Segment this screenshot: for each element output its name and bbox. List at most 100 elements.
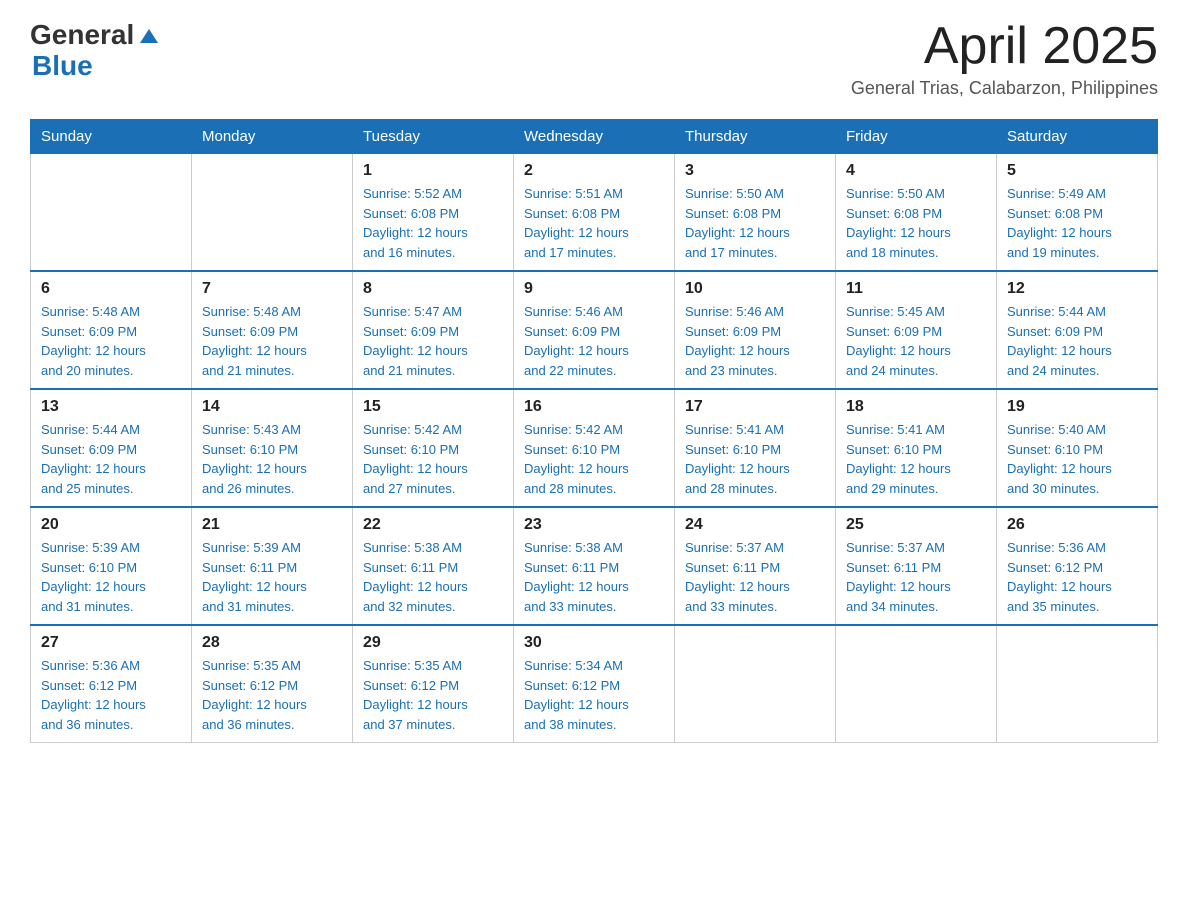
weekday-header-friday: Friday <box>836 120 997 154</box>
subtitle: General Trias, Calabarzon, Philippines <box>851 78 1158 99</box>
calendar-cell <box>192 154 353 272</box>
day-info: Sunrise: 5:42 AM Sunset: 6:10 PM Dayligh… <box>363 420 503 498</box>
weekday-header-wednesday: Wednesday <box>514 120 675 154</box>
day-info: Sunrise: 5:47 AM Sunset: 6:09 PM Dayligh… <box>363 302 503 380</box>
calendar-week-row: 27Sunrise: 5:36 AM Sunset: 6:12 PM Dayli… <box>31 625 1158 743</box>
page-header: General Blue April 2025 General Trias, C… <box>30 20 1158 99</box>
calendar-week-row: 13 Sunrise: 5:44 AM Sunset: 6:09 PM Dayli… <box>31 389 1158 507</box>
day-info: Sunrise: 5:37 AM Sunset: 6:11 PM Dayligh… <box>685 538 825 616</box>
day-info: Sunrise: 5:36 AM Sunset: 6:12 PM Dayligh… <box>1007 538 1147 616</box>
day-number: 15 <box>363 398 503 416</box>
day-info: Sunrise: 5:39 AM Sunset: 6:11 PM Dayligh… <box>202 538 342 616</box>
calendar-cell: 10 Sunrise: 5:46 AM Sunset: 6:09 PM Dayli… <box>675 271 836 389</box>
day-number: 30 <box>524 634 664 652</box>
day-number: 2 <box>524 162 664 180</box>
day-number: 24 <box>685 516 825 534</box>
day-number: 26 <box>1007 516 1147 534</box>
calendar-cell: 11 Sunrise: 5:45 AM Sunset: 6:09 PM Dayli… <box>836 271 997 389</box>
logo-blue-text: Blue <box>32 51 93 82</box>
day-number: 16 <box>524 398 664 416</box>
day-info: Sunrise: 5:44 AM Sunset: 6:09 PM Dayligh… <box>1007 302 1147 380</box>
calendar-cell <box>675 625 836 743</box>
day-number: 7 <box>202 280 342 298</box>
calendar-cell <box>836 625 997 743</box>
calendar-cell: 26 Sunrise: 5:36 AM Sunset: 6:12 PM Dayli… <box>997 507 1158 625</box>
calendar-cell <box>31 154 192 272</box>
day-info: Sunrise: 5:43 AM Sunset: 6:10 PM Dayligh… <box>202 420 342 498</box>
calendar-cell: 15 Sunrise: 5:42 AM Sunset: 6:10 PM Dayli… <box>353 389 514 507</box>
calendar-cell: 24 Sunrise: 5:37 AM Sunset: 6:11 PM Dayli… <box>675 507 836 625</box>
weekday-header-saturday: Saturday <box>997 120 1158 154</box>
calendar-cell: 13 Sunrise: 5:44 AM Sunset: 6:09 PM Dayli… <box>31 389 192 507</box>
calendar-week-row: 6 Sunrise: 5:48 AM Sunset: 6:09 PM Daylig… <box>31 271 1158 389</box>
day-info: Sunrise: 5:41 AM Sunset: 6:10 PM Dayligh… <box>846 420 986 498</box>
calendar-cell: 29 Sunrise: 5:35 AM Sunset: 6:12 PM Dayli… <box>353 625 514 743</box>
day-info: Sunrise: 5:52 AM Sunset: 6:08 PM Dayligh… <box>363 184 503 262</box>
day-number: 25 <box>846 516 986 534</box>
weekday-header-row: SundayMondayTuesdayWednesdayThursdayFrid… <box>31 120 1158 154</box>
calendar-cell: 6Sunrise: 5:48 AM Sunset: 6:09 PM Daylig… <box>31 271 192 389</box>
day-info: Sunrise: 5:50 AM Sunset: 6:08 PM Dayligh… <box>685 184 825 262</box>
day-info: Sunrise: 5:40 AM Sunset: 6:10 PM Dayligh… <box>1007 420 1147 498</box>
month-title: April 2025 <box>851 20 1158 72</box>
calendar-cell: 23Sunrise: 5:38 AM Sunset: 6:11 PM Dayli… <box>514 507 675 625</box>
day-info: Sunrise: 5:51 AM Sunset: 6:08 PM Dayligh… <box>524 184 664 262</box>
calendar-cell: 9 Sunrise: 5:46 AM Sunset: 6:09 PM Daylig… <box>514 271 675 389</box>
calendar-cell: 5 Sunrise: 5:49 AM Sunset: 6:08 PM Daylig… <box>997 154 1158 272</box>
calendar-cell: 25 Sunrise: 5:37 AM Sunset: 6:11 PM Dayli… <box>836 507 997 625</box>
calendar-cell: 1 Sunrise: 5:52 AM Sunset: 6:08 PM Daylig… <box>353 154 514 272</box>
day-number: 21 <box>202 516 342 534</box>
calendar-cell: 21 Sunrise: 5:39 AM Sunset: 6:11 PM Dayli… <box>192 507 353 625</box>
day-info: Sunrise: 5:39 AM Sunset: 6:10 PM Dayligh… <box>41 538 181 616</box>
day-number: 28 <box>202 634 342 652</box>
day-number: 19 <box>1007 398 1147 416</box>
day-number: 4 <box>846 162 986 180</box>
day-info: Sunrise: 5:49 AM Sunset: 6:08 PM Dayligh… <box>1007 184 1147 262</box>
title-area: April 2025 General Trias, Calabarzon, Ph… <box>851 20 1158 99</box>
calendar-table: SundayMondayTuesdayWednesdayThursdayFrid… <box>30 119 1158 743</box>
day-info: Sunrise: 5:35 AM Sunset: 6:12 PM Dayligh… <box>363 656 503 734</box>
calendar-cell: 18 Sunrise: 5:41 AM Sunset: 6:10 PM Dayli… <box>836 389 997 507</box>
weekday-header-sunday: Sunday <box>31 120 192 154</box>
calendar-cell: 16 Sunrise: 5:42 AM Sunset: 6:10 PM Dayli… <box>514 389 675 507</box>
day-info: Sunrise: 5:37 AM Sunset: 6:11 PM Dayligh… <box>846 538 986 616</box>
logo: General Blue <box>30 20 160 82</box>
weekday-header-tuesday: Tuesday <box>353 120 514 154</box>
day-info: Sunrise: 5:44 AM Sunset: 6:09 PM Dayligh… <box>41 420 181 498</box>
calendar-cell: 30 Sunrise: 5:34 AM Sunset: 6:12 PM Dayli… <box>514 625 675 743</box>
day-info: Sunrise: 5:46 AM Sunset: 6:09 PM Dayligh… <box>685 302 825 380</box>
day-number: 13 <box>41 398 181 416</box>
calendar-week-row: 20Sunrise: 5:39 AM Sunset: 6:10 PM Dayli… <box>31 507 1158 625</box>
day-number: 9 <box>524 280 664 298</box>
day-info: Sunrise: 5:38 AM Sunset: 6:11 PM Dayligh… <box>524 538 664 616</box>
day-info: Sunrise: 5:35 AM Sunset: 6:12 PM Dayligh… <box>202 656 342 734</box>
day-number: 12 <box>1007 280 1147 298</box>
day-number: 1 <box>363 162 503 180</box>
day-number: 18 <box>846 398 986 416</box>
calendar-cell: 4 Sunrise: 5:50 AM Sunset: 6:08 PM Daylig… <box>836 154 997 272</box>
day-info: Sunrise: 5:42 AM Sunset: 6:10 PM Dayligh… <box>524 420 664 498</box>
logo-triangle-icon <box>138 25 160 47</box>
day-number: 3 <box>685 162 825 180</box>
day-info: Sunrise: 5:46 AM Sunset: 6:09 PM Dayligh… <box>524 302 664 380</box>
calendar-cell: 8 Sunrise: 5:47 AM Sunset: 6:09 PM Daylig… <box>353 271 514 389</box>
calendar-cell: 14Sunrise: 5:43 AM Sunset: 6:10 PM Dayli… <box>192 389 353 507</box>
day-number: 29 <box>363 634 503 652</box>
day-info: Sunrise: 5:48 AM Sunset: 6:09 PM Dayligh… <box>202 302 342 380</box>
day-info: Sunrise: 5:50 AM Sunset: 6:08 PM Dayligh… <box>846 184 986 262</box>
calendar-week-row: 1 Sunrise: 5:52 AM Sunset: 6:08 PM Daylig… <box>31 154 1158 272</box>
day-number: 11 <box>846 280 986 298</box>
day-info: Sunrise: 5:38 AM Sunset: 6:11 PM Dayligh… <box>363 538 503 616</box>
day-info: Sunrise: 5:34 AM Sunset: 6:12 PM Dayligh… <box>524 656 664 734</box>
calendar-cell: 3 Sunrise: 5:50 AM Sunset: 6:08 PM Daylig… <box>675 154 836 272</box>
day-number: 10 <box>685 280 825 298</box>
day-info: Sunrise: 5:45 AM Sunset: 6:09 PM Dayligh… <box>846 302 986 380</box>
day-number: 5 <box>1007 162 1147 180</box>
day-number: 8 <box>363 280 503 298</box>
calendar-cell: 17Sunrise: 5:41 AM Sunset: 6:10 PM Dayli… <box>675 389 836 507</box>
weekday-header-monday: Monday <box>192 120 353 154</box>
day-number: 6 <box>41 280 181 298</box>
weekday-header-thursday: Thursday <box>675 120 836 154</box>
calendar-cell: 7 Sunrise: 5:48 AM Sunset: 6:09 PM Daylig… <box>192 271 353 389</box>
day-number: 22 <box>363 516 503 534</box>
